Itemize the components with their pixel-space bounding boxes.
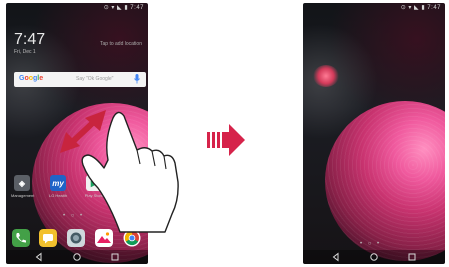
home-button-icon[interactable]: [369, 252, 379, 262]
wallpaper-glow: [313, 65, 339, 87]
hand-icon: [81, 111, 179, 233]
status-bar: ⊙ ▾ ◣ ▮ 7:47: [400, 5, 441, 11]
transition-arrow-icon: [207, 124, 245, 156]
wallpaper-sphere: [325, 101, 445, 261]
page-indicator: • ○ •: [360, 241, 382, 247]
navigation-bar: [303, 250, 445, 264]
pinch-out-arrows-icon: [60, 110, 106, 153]
back-button-icon[interactable]: [331, 252, 341, 262]
phone-screen-after: ⊙ ▾ ◣ ▮ 7:47 • ○ •: [303, 3, 445, 264]
recents-button-icon[interactable]: [407, 252, 417, 262]
